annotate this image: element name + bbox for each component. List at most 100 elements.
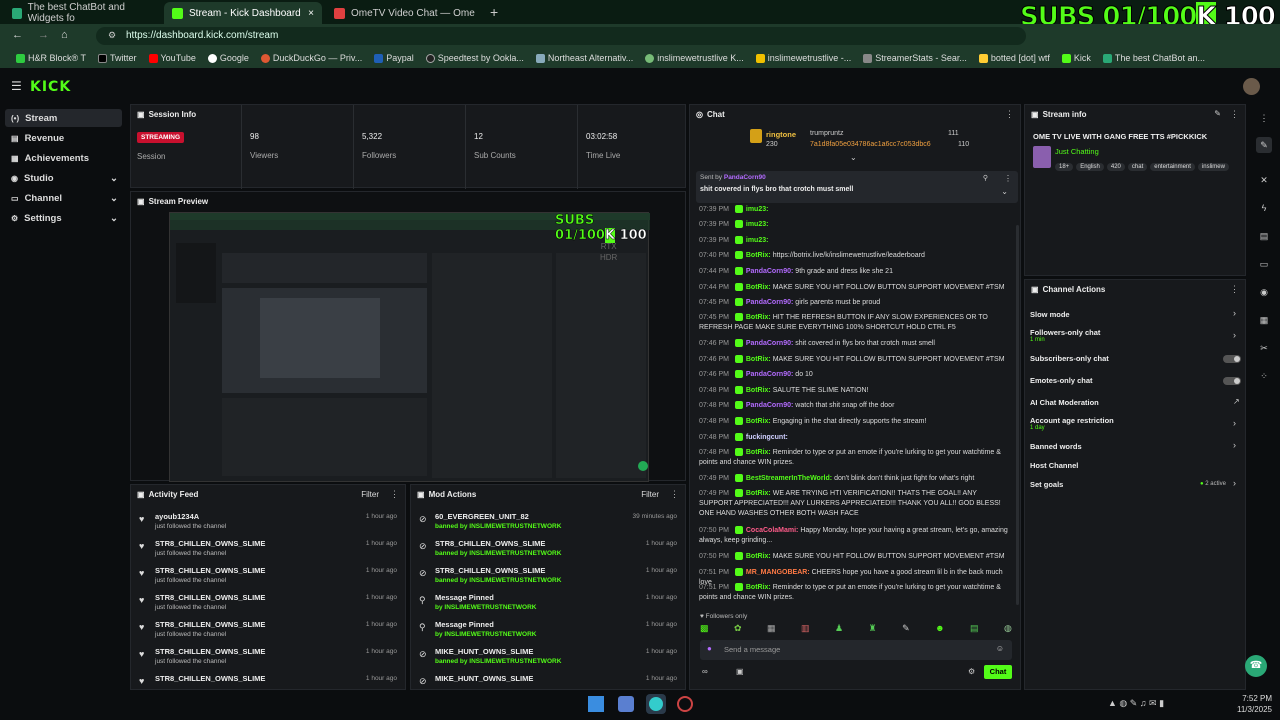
chat-message[interactable]: 07:46 PM PandaCorn90: do 10 [699,370,1009,380]
more-icon[interactable]: ⋮ [1230,109,1239,120]
chat-bubble-icon[interactable]: ▭ [1256,256,1272,272]
close-icon[interactable]: × [308,8,314,19]
message-username[interactable]: PandaCorn90: [746,402,793,409]
message-username[interactable]: imu23: [746,221,769,228]
tray-icon[interactable]: ▲ ◍ ✎ ♫ ✉ ▮ [1108,698,1164,709]
back-icon[interactable]: ← [12,29,23,41]
more-icon[interactable]: ⋮ [670,489,679,500]
sidebar-item-settings[interactable]: ⚙ Settings ⌄ [5,209,122,227]
sidebar-item-channel[interactable]: ▭ Channel ⌄ [5,189,122,207]
chat-message[interactable]: 07:44 PM PandaCorn90: 9th grade and dres… [699,267,1009,277]
bookmark-chatbot[interactable]: The best ChatBot an... [1097,53,1211,63]
sidebar-item-studio[interactable]: ◉ Studio ⌄ [5,169,122,187]
emote-icon[interactable]: ▥ [801,623,810,637]
message-username[interactable]: BotRix: [746,584,771,591]
category-thumbnail[interactable] [1033,146,1051,168]
more-icon[interactable]: ⋮ [1005,109,1014,120]
browser-taskbar-icon[interactable] [646,694,666,714]
chevron-down-icon[interactable]: ⌄ [1001,187,1008,196]
lightning-icon[interactable]: ϟ [1256,200,1272,216]
close-icon[interactable]: ✕ [1256,172,1272,188]
emote-icon[interactable]: ◍ [1004,623,1012,637]
emote-icon[interactable]: ▦ [767,623,776,637]
chat-message[interactable]: 07:48 PM BotRix: SALUTE THE SLIME NATION… [699,386,1009,396]
bookmark-youtube[interactable]: YouTube [143,53,202,63]
chat-message[interactable]: 07:50 PM CocaColaMami: Happy Monday, hop… [699,526,1009,546]
pinned-message[interactable]: Sent by PandaCorn90 shit covered in flys… [696,171,1018,203]
emote-icon[interactable]: ☻ [935,623,944,637]
message-username[interactable]: BotRix: [746,553,771,560]
browser-tab-2[interactable]: Stream - Kick Dashboard × [164,2,322,24]
chat-input[interactable]: ● Send a message ☺ [700,640,1012,660]
new-tab-icon[interactable]: + [490,4,498,20]
message-username[interactable]: BotRix: [746,387,771,394]
emote-icon[interactable]: ♜ [869,623,877,637]
tag[interactable]: 18+ [1055,163,1074,171]
message-username[interactable]: BotRix: [746,252,771,259]
tag[interactable]: inslimew [1197,163,1229,171]
sidebar-item-achievements[interactable]: ▦ Achievements [5,149,122,167]
browser-tab-1[interactable]: The best ChatBot and Widgets fo [4,2,164,24]
chat-message[interactable]: 07:39 PM imu23: [699,205,1009,215]
emote-icon[interactable]: ▩ [700,623,709,637]
filter-button[interactable]: Filter [361,490,379,499]
chat-message[interactable]: 07:51 PM BotRix: Reminder to type or put… [699,583,1009,603]
more-icon[interactable]: ⋮ [1004,174,1012,183]
windows-start-icon[interactable] [588,696,604,712]
chat-message[interactable]: 07:50 PM BotRix: MAKE SURE YOU HIT FOLLO… [699,552,1009,562]
tag[interactable]: chat [1127,163,1148,171]
chat-message[interactable]: 07:40 PM BotRix: https://botrix.live/k/i… [699,251,1009,261]
emote-icon[interactable]: ✿ [734,623,742,637]
chat-message[interactable]: 07:45 PM BotRix: HIT THE REFRESH BUTTON … [699,313,1009,333]
edit-icon[interactable]: ✎ [1256,137,1272,153]
chat-message[interactable]: 07:39 PM imu23: [699,236,1009,246]
emote-icon[interactable]: ♟ [835,623,843,637]
grid-icon[interactable]: ▦ [1256,312,1272,328]
banned-words-item[interactable]: Banned words [1030,442,1082,451]
apps-icon[interactable]: ⁘ [1256,368,1272,384]
chat-message[interactable]: 07:45 PM PandaCorn90: girls parents must… [699,298,1009,308]
tag[interactable]: English [1076,163,1104,171]
external-link-icon[interactable]: ↗ [1233,397,1240,406]
message-username[interactable]: fuckingcunt: [746,434,788,441]
chevron-right-icon[interactable]: › [1233,440,1236,450]
calendar-icon[interactable]: ▣ [736,667,744,676]
message-username[interactable]: imu23: [746,206,769,213]
home-icon[interactable]: ⌂ [61,29,68,41]
app-taskbar-icon[interactable] [677,696,693,712]
message-username[interactable]: PandaCorn90: [746,299,793,306]
url-bar[interactable]: https://dashboard.kick.com/stream [96,27,1026,45]
subscribers-only-toggle[interactable] [1223,355,1241,363]
more-icon[interactable]: ⋮ [1256,110,1272,126]
message-username[interactable]: MR_MANGOBEAR: [746,569,810,576]
emotes-only-toggle[interactable] [1223,377,1241,385]
message-username[interactable]: BestStreamerInTheWorld: [746,475,832,482]
chat-message[interactable]: 07:48 PM fuckingcunt: [699,433,1009,443]
bookmark-speedtest[interactable]: Speedtest by Ookla... [420,53,530,63]
chat-message[interactable]: 07:46 PM PandaCorn90: shit covered in fl… [699,339,1009,349]
pin-icon[interactable]: ⚲ [983,174,988,182]
forward-icon[interactable]: → [38,29,49,41]
set-goals-item[interactable]: Set goals [1030,480,1063,489]
sidebar-item-stream[interactable]: (•) Stream [5,109,122,127]
host-channel-item[interactable]: Host Channel [1030,461,1078,470]
bookmark-paypal[interactable]: Paypal [368,53,420,63]
more-icon[interactable]: ⋮ [390,489,399,500]
message-username[interactable]: PandaCorn90: [746,371,793,378]
send-chat-button[interactable]: Chat [984,665,1012,679]
edit-icon[interactable]: ✎ [1214,109,1221,118]
emote-icon[interactable]: ✎ [902,623,910,637]
category-link[interactable]: Just Chatting [1055,147,1099,156]
chevron-right-icon[interactable]: › [1233,330,1236,340]
message-username[interactable]: BotRix: [746,418,771,425]
message-username[interactable]: PandaCorn90: [746,340,793,347]
chat-message[interactable]: 07:39 PM imu23: [699,220,1009,230]
clock[interactable]: 7:52 PM 11/3/2025 [1228,693,1272,715]
chat-message[interactable]: 07:46 PM BotRix: MAKE SURE YOU HIT FOLLO… [699,355,1009,365]
chat-message[interactable]: 07:48 PM BotRix: Reminder to type or put… [699,448,1009,468]
account-age-item[interactable]: Account age restriction [1030,416,1114,425]
microphone-icon[interactable]: ● [707,644,712,653]
followers-only-item[interactable]: Followers-only chat [1030,328,1100,337]
broadcast-icon[interactable]: ◉ [1256,284,1272,300]
chevron-right-icon[interactable]: › [1233,418,1236,428]
